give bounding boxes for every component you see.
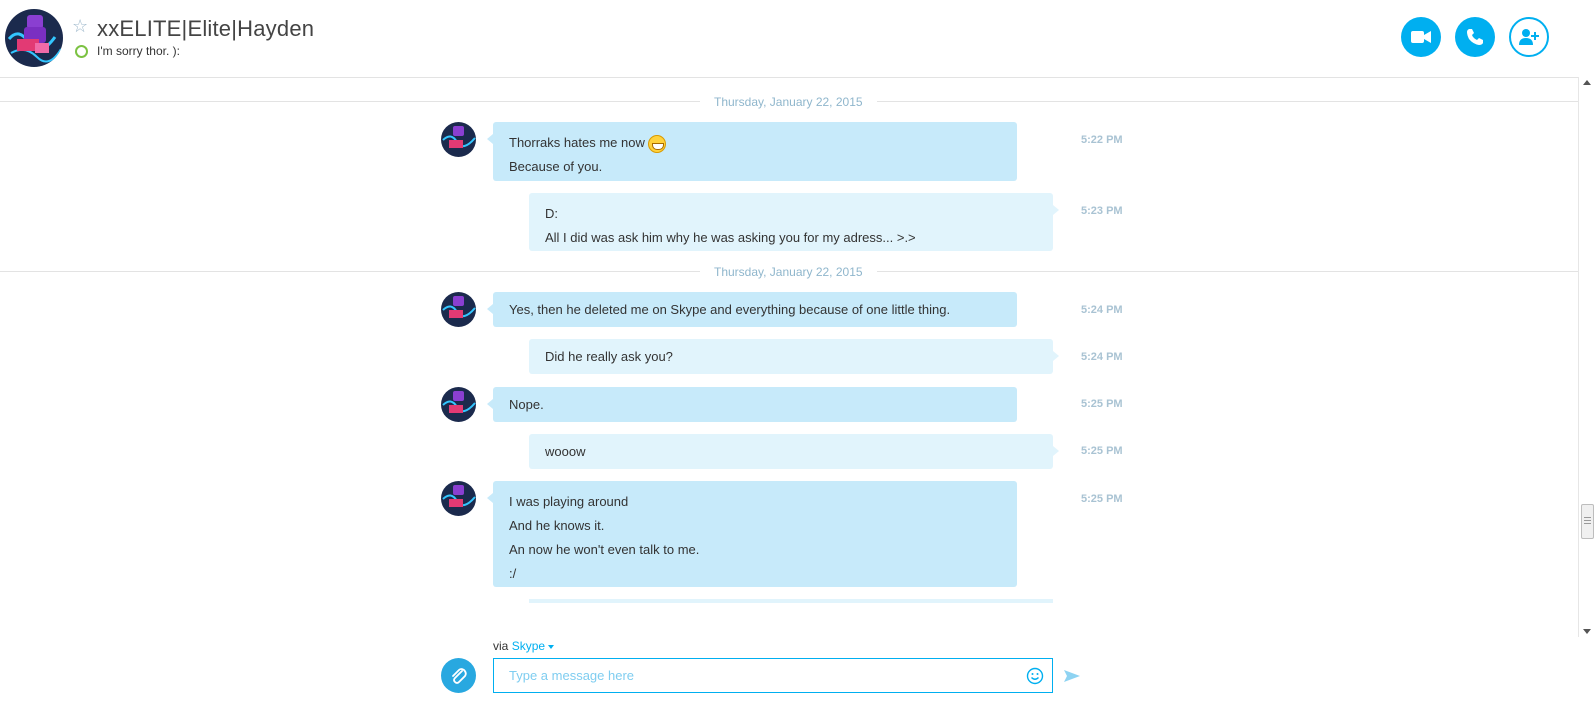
audio-call-button[interactable]: [1455, 17, 1495, 57]
message-text: Nope.: [509, 397, 544, 412]
attach-icon: [451, 667, 467, 684]
conversation-scrollbar[interactable]: [1578, 77, 1595, 637]
send-icon[interactable]: [1063, 668, 1081, 684]
favorite-star-icon[interactable]: ☆: [72, 17, 88, 37]
chevron-down-icon[interactable]: [548, 644, 555, 649]
attach-button[interactable]: [441, 658, 476, 693]
message-text: I was playing around: [509, 494, 629, 509]
message-text: D:: [545, 206, 558, 221]
message-timestamp: 5:25 PM: [1081, 493, 1123, 505]
message-bubble[interactable]: Yes, then he deleted me on Skype and eve…: [487, 292, 1017, 327]
sender-avatar[interactable]: [441, 122, 476, 157]
video-call-icon: [1411, 31, 1431, 43]
scrollbar-thumb[interactable]: [1581, 504, 1594, 539]
audio-call-icon: [1467, 29, 1483, 45]
message-timestamp: 5:22 PM: [1081, 134, 1123, 146]
service-name[interactable]: Skype: [512, 639, 545, 653]
message-text: wooow: [545, 444, 586, 459]
message-text: And he knows it.: [509, 518, 605, 533]
message-text: Because of you.: [509, 159, 603, 174]
emoticon-icon[interactable]: [1026, 667, 1044, 685]
message-timestamp: 5:23 PM: [1081, 205, 1123, 217]
sender-avatar[interactable]: [441, 387, 476, 422]
message-bubble-partial: [529, 599, 1053, 603]
message-bubble[interactable]: Did he really ask you?: [529, 339, 1059, 374]
message-text: :/: [509, 566, 517, 581]
conversation-header: ☆ xxELITE|Elite|Hayden I'm sorry thor. )…: [0, 0, 1595, 78]
message-text: Did he really ask you?: [545, 349, 673, 364]
message-timestamp: 5:25 PM: [1081, 445, 1123, 457]
contact-name: xxELITE|Elite|Hayden: [97, 16, 315, 41]
message-bubble[interactable]: D: All I did was ask him why he was aski…: [529, 193, 1059, 251]
date-separator: Thursday, January 22, 2015: [700, 95, 877, 109]
date-separator: Thursday, January 22, 2015: [700, 265, 877, 279]
message-text: Yes, then he deleted me on Skype and eve…: [509, 302, 951, 317]
message-input[interactable]: [493, 658, 1053, 693]
message-text: An now he won't even talk to me.: [509, 542, 700, 557]
via-label: via: [493, 639, 509, 653]
mood-message: I'm sorry thor. ):: [97, 44, 180, 58]
message-timestamp: 5:24 PM: [1081, 351, 1123, 363]
grin-emoticon-icon: [647, 134, 666, 153]
add-contact-button[interactable]: [1509, 17, 1549, 57]
message-bubble[interactable]: wooow: [529, 434, 1059, 469]
add-contact-icon: [1519, 29, 1539, 45]
sender-avatar[interactable]: [441, 292, 476, 327]
video-call-button[interactable]: [1401, 17, 1441, 57]
message-timestamp: 5:24 PM: [1081, 304, 1123, 316]
message-bubble[interactable]: Thorraks hates me now Because of you.: [487, 122, 1017, 181]
message-timestamp: 5:25 PM: [1081, 398, 1123, 410]
contact-avatar[interactable]: [5, 9, 63, 67]
scroll-up-arrow-icon[interactable]: [1583, 80, 1591, 85]
via-service-selector[interactable]: via Skype: [493, 639, 555, 653]
scroll-down-arrow-icon[interactable]: [1583, 629, 1591, 634]
message-bubble[interactable]: I was playing around And he knows it. An…: [487, 481, 1017, 587]
message-text: Thorraks hates me now: [509, 135, 645, 150]
sender-avatar[interactable]: [441, 481, 476, 516]
message-text: All I did was ask him why he was asking …: [545, 230, 916, 245]
message-bubble[interactable]: Nope.: [487, 387, 1017, 422]
online-status-icon: [75, 45, 88, 58]
